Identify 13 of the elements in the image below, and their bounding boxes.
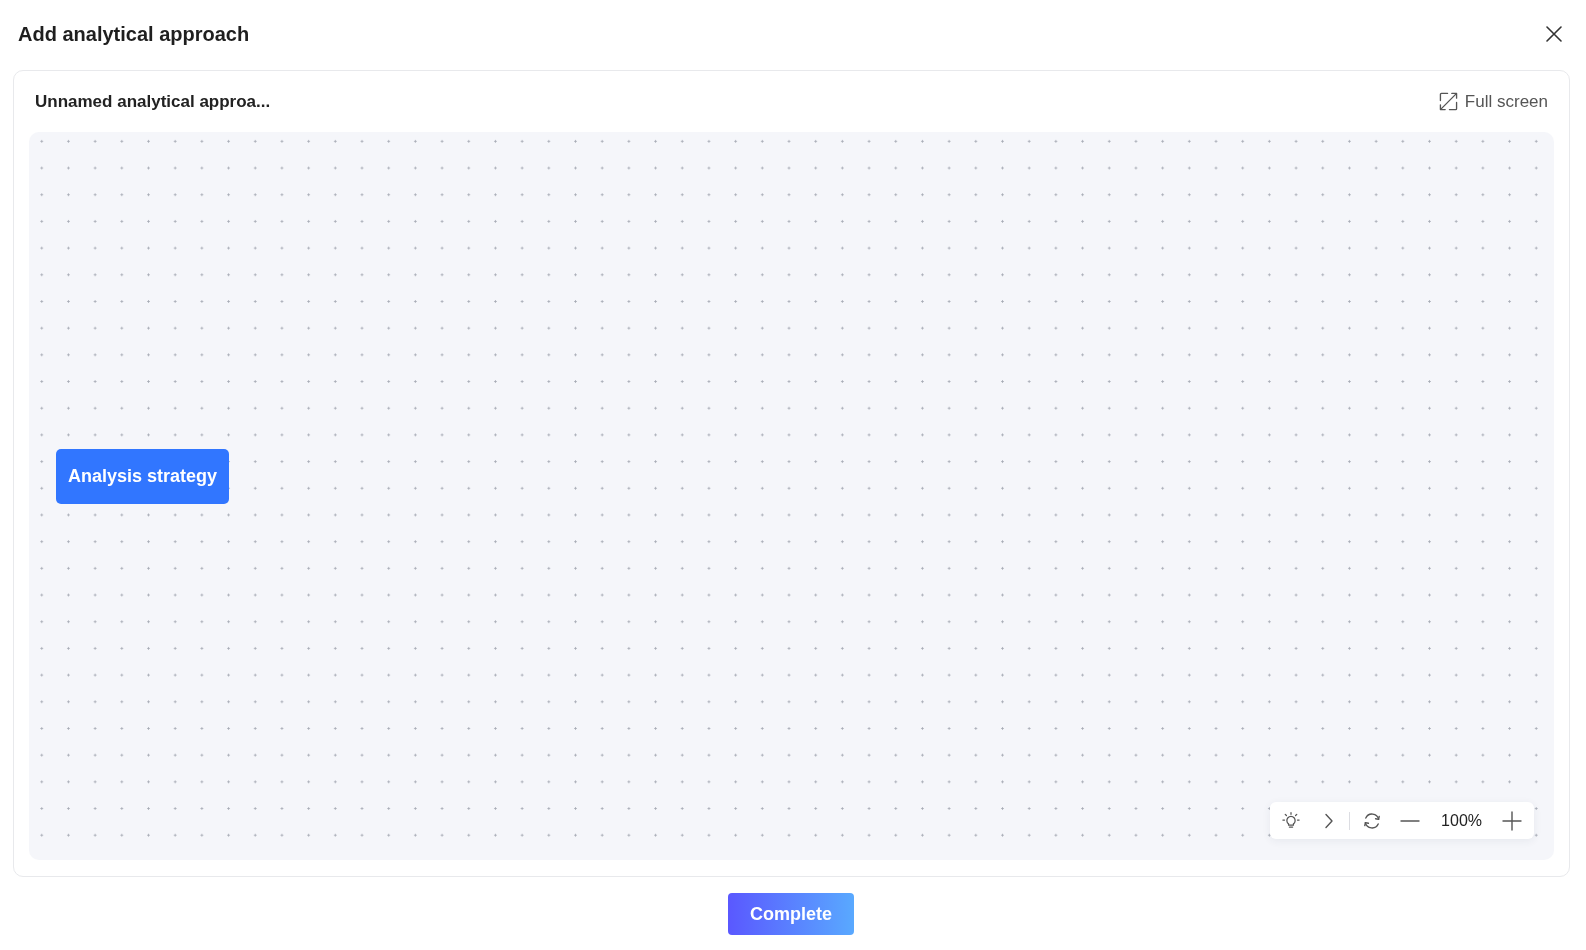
plus-icon[interactable] bbox=[1502, 810, 1522, 831]
dialog-title: Add analytical approach bbox=[18, 22, 250, 46]
close-icon[interactable] bbox=[1546, 26, 1562, 42]
expand-icon bbox=[1438, 92, 1458, 111]
panel-title: Unnamed analytical approa... bbox=[35, 91, 271, 112]
lightbulb-icon[interactable] bbox=[1282, 811, 1301, 830]
complete-button[interactable]: Complete bbox=[728, 893, 854, 935]
minus-icon[interactable] bbox=[1400, 818, 1421, 823]
chevron-right-icon[interactable] bbox=[1324, 812, 1335, 829]
full-screen-button[interactable]: Full screen bbox=[1438, 91, 1548, 112]
zoom-level: 100% bbox=[1441, 811, 1482, 830]
flow-node[interactable]: Analysis strategy bbox=[56, 449, 230, 504]
refresh-icon[interactable] bbox=[1362, 810, 1383, 831]
